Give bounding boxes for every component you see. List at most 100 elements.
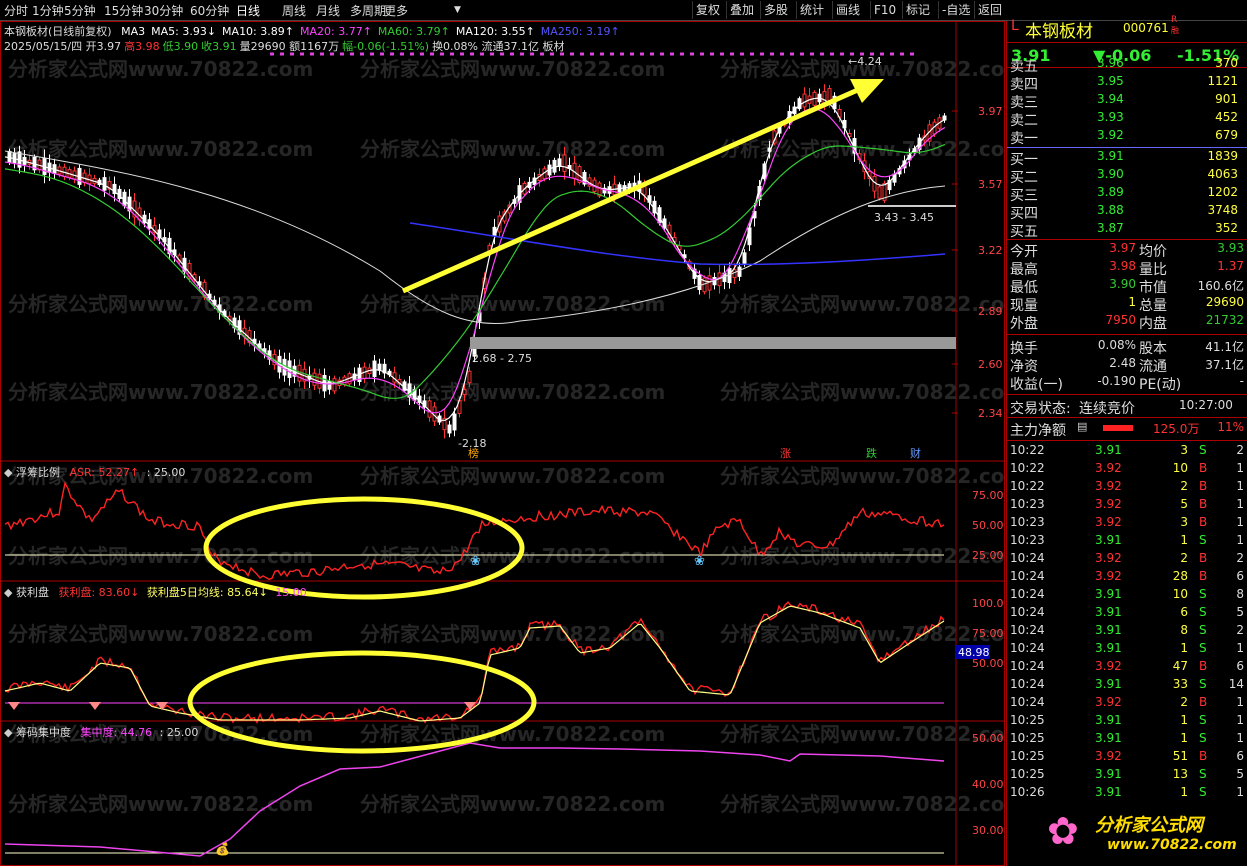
ask-label: 卖二 xyxy=(1010,113,1038,129)
event-marker-bang: 榜 xyxy=(468,446,479,460)
tick-count: 6 xyxy=(1236,569,1244,583)
period-tab-3[interactable]: 15分钟 xyxy=(104,2,143,19)
ask-row: 卖五 3.96 370 xyxy=(1007,56,1247,75)
zone-low-label: 2.68 - 2.75 xyxy=(472,352,532,365)
bid-price[interactable]: 3.89 xyxy=(1097,185,1124,199)
main-ytick-label: 2.34 xyxy=(978,407,1003,420)
ma-legend-item: MA5: 3.93↓ xyxy=(151,25,217,38)
tick-time: 10:24 xyxy=(1010,623,1045,637)
watermark-text: 分析家公式网www.70822.com xyxy=(8,137,313,161)
butterfly-signal-icon: ❀ xyxy=(470,554,481,569)
ask-price[interactable]: 3.92 xyxy=(1097,128,1124,142)
tick-side: S xyxy=(1199,713,1207,727)
fund-value: 41.1亿 xyxy=(1205,340,1244,354)
list-icon[interactable]: ▤ xyxy=(1077,420,1087,433)
more-dropdown-icon[interactable]: ▼ xyxy=(454,5,461,15)
tick-count: 1 xyxy=(1236,731,1244,745)
stat-label: 最低 xyxy=(1010,280,1038,296)
bid-volume: 1839 xyxy=(1207,149,1238,163)
tick-row: 10:24 3.91 33 S 14 xyxy=(1007,677,1247,695)
bid-price[interactable]: 3.90 xyxy=(1097,167,1124,181)
tick-price: 3.92 xyxy=(1095,749,1122,763)
ask-row: 卖一 3.92 679 xyxy=(1007,128,1247,147)
period-tab-6[interactable]: 日线 xyxy=(236,2,260,19)
toolbar-button-8[interactable]: 返回 xyxy=(974,1,1005,19)
period-tab-0[interactable]: 分时 xyxy=(4,2,28,19)
tick-price: 3.92 xyxy=(1095,695,1122,709)
tick-row: 10:24 3.91 10 S 8 xyxy=(1007,587,1247,605)
tick-time: 10:24 xyxy=(1010,605,1045,619)
watermark-text: 分析家公式网www.70822.com xyxy=(720,292,1005,316)
tick-side: S xyxy=(1199,623,1207,637)
tick-count: 1 xyxy=(1236,497,1244,511)
panel3-ytick-label: 30.00 xyxy=(972,824,1004,837)
toolbar-button-1[interactable]: 叠加 xyxy=(726,1,757,19)
candle-body xyxy=(742,252,747,264)
ask-volume: 370 xyxy=(1215,56,1238,70)
toolbar-button-2[interactable]: 多股 xyxy=(760,1,791,19)
bid-price[interactable]: 3.88 xyxy=(1097,203,1124,217)
stat-row: 现量 1 总量 29690 xyxy=(1007,295,1247,314)
bid-price[interactable]: 3.87 xyxy=(1097,221,1124,235)
stat-value: 3.90 xyxy=(1109,277,1136,291)
trade-status-time: 10:27:00 xyxy=(1179,398,1233,412)
tick-row: 10:25 3.91 1 S 1 xyxy=(1007,713,1247,731)
period-tab-10[interactable]: 更多 xyxy=(384,2,408,19)
trend-arrow-line xyxy=(401,86,862,294)
toolbar-button-6[interactable]: 标记 xyxy=(902,1,933,19)
fund-label: 净资 xyxy=(1010,359,1038,375)
stat-label: 外盘 xyxy=(1010,316,1038,332)
period-tab-2[interactable]: 5分钟 xyxy=(64,2,96,19)
logo-text: 分析家公式网 xyxy=(1095,815,1203,836)
tick-row: 10:24 3.92 2 B 2 xyxy=(1007,551,1247,569)
watermark-text: 分析家公式网www.70822.com xyxy=(360,137,665,161)
tick-count: 1 xyxy=(1236,515,1244,529)
toolbar-button-4[interactable]: 画线 xyxy=(832,1,863,19)
watermark-text: 分析家公式网www.70822.com xyxy=(720,137,1005,161)
tick-side: S xyxy=(1199,641,1207,655)
stat-label: 市值 xyxy=(1139,280,1167,296)
tick-volume: 10 xyxy=(1172,461,1188,475)
ma-legend-item: MA120: 3.55↑ xyxy=(455,25,535,38)
tick-count: 14 xyxy=(1228,677,1244,691)
ask-price[interactable]: 3.94 xyxy=(1097,92,1124,106)
ask-price[interactable]: 3.96 xyxy=(1097,56,1124,70)
toolbar-button-0[interactable]: 复权 xyxy=(692,1,723,19)
toolbar-button-3[interactable]: 统计 xyxy=(796,1,827,19)
panel3-level-label: : 25.00 xyxy=(159,726,199,739)
candle-body xyxy=(802,93,807,108)
zone-high-label: 3.43 - 3.45 xyxy=(874,211,934,224)
fund-value: 2.48 xyxy=(1109,356,1136,370)
stock-header: L 本钢板材 000761 R 融 xyxy=(1007,15,1247,42)
toolbar-button-5[interactable]: F10 xyxy=(870,1,899,19)
chart-area[interactable]: 分析家公式网www.70822.com 分析家公式网www.70822.com 分析… xyxy=(0,21,1005,866)
tick-count: 1 xyxy=(1236,461,1244,475)
period-tab-8[interactable]: 月线 xyxy=(316,2,340,19)
ma250-line xyxy=(409,222,946,266)
candle-body xyxy=(462,389,467,395)
toolbar-button-7[interactable]: -自选 xyxy=(938,1,973,19)
info-item: 高3.98 xyxy=(124,40,160,53)
panel1-series-label: ASR: 52.27↑ xyxy=(69,466,140,479)
ask-price[interactable]: 3.95 xyxy=(1097,74,1124,88)
site-logo: ✿ 分析家公式网 www.70822.com xyxy=(1047,805,1247,863)
high-price-label: ←4.24 xyxy=(848,55,882,68)
main-flow-value: 125.0万 xyxy=(1153,422,1200,436)
tick-count: 1 xyxy=(1236,695,1244,709)
candle-body xyxy=(327,380,332,390)
period-tab-9[interactable]: 多周期 xyxy=(350,2,386,19)
watermark-text: 分析家公式网www.70822.com xyxy=(8,792,313,816)
tick-price: 3.92 xyxy=(1095,461,1122,475)
fund-value: -0.190 xyxy=(1097,374,1136,388)
logo-url: www.70822.com xyxy=(1107,837,1237,853)
tick-side: S xyxy=(1199,767,1207,781)
ask-price[interactable]: 3.93 xyxy=(1097,110,1124,124)
panel2-ytick-label: 100.0 xyxy=(972,597,1004,610)
period-tab-1[interactable]: 1分钟 xyxy=(32,2,64,19)
info-item: 换0.08% 流通37.1亿 板材 xyxy=(432,40,565,53)
bid-price[interactable]: 3.91 xyxy=(1097,149,1124,163)
period-tab-7[interactable]: 周线 xyxy=(282,2,306,19)
period-tab-4[interactable]: 30分钟 xyxy=(144,2,183,19)
period-tab-5[interactable]: 60分钟 xyxy=(190,2,229,19)
panel1-ytick-label: 50.00 xyxy=(972,519,1004,532)
